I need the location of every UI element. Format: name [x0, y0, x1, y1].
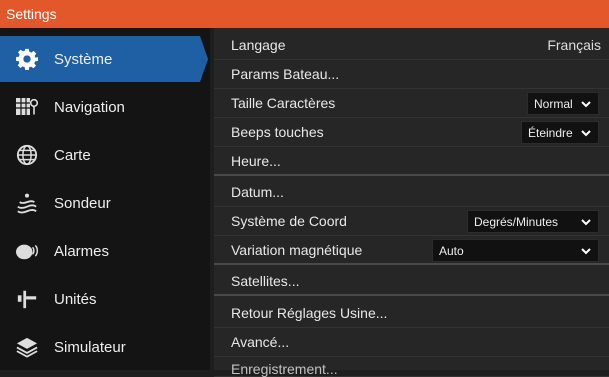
setting-label: Langage: [231, 37, 286, 53]
chevron-down-icon: [578, 244, 594, 258]
setting-systeme-coord[interactable]: Système de Coord Degrés/Minutes: [214, 207, 609, 236]
globe-icon: [14, 142, 40, 168]
sidebar-item-label: Système: [54, 50, 113, 68]
sidebar-item-navigation[interactable]: Navigation: [0, 84, 210, 130]
sidebar-item-label: Carte: [54, 146, 91, 164]
alarm-icon: [14, 238, 40, 264]
setting-enregistrement[interactable]: Enregistrement...: [214, 357, 609, 377]
systeme-coord-dropdown[interactable]: Degrés/Minutes: [467, 210, 599, 233]
setting-params-bateau[interactable]: Params Bateau...: [214, 60, 609, 89]
setting-label: Retour Réglages Usine...: [231, 305, 388, 321]
sidebar-item-label: Navigation: [54, 98, 125, 116]
sidebar-item-label: Alarmes: [54, 242, 110, 260]
gear-icon: [14, 46, 40, 72]
setting-langage[interactable]: Langage Français: [214, 31, 609, 60]
setting-label: Heure...: [231, 152, 281, 169]
layers-icon: [14, 334, 40, 360]
waypoint-grid-icon: [14, 94, 40, 120]
taille-caracteres-dropdown[interactable]: Normal: [527, 92, 599, 115]
setting-heure[interactable]: Heure...: [214, 147, 609, 176]
sidebar-item-systeme[interactable]: Système: [0, 36, 208, 82]
setting-satellites[interactable]: Satellites...: [214, 267, 609, 296]
setting-beeps-touches[interactable]: Beeps touches Éteindre: [214, 118, 609, 147]
sidebar-item-label: Unités: [54, 290, 97, 308]
setting-variation-magnetique[interactable]: Variation magnétique Auto: [214, 236, 609, 265]
settings-sidebar: Système Navigation Carte Sondeur Alarmes…: [0, 28, 210, 370]
variation-magnetique-dropdown[interactable]: Auto: [432, 239, 599, 262]
beeps-touches-dropdown[interactable]: Éteindre: [521, 121, 599, 144]
setting-avance[interactable]: Avancé...: [214, 328, 609, 357]
window-title: Settings: [0, 0, 609, 28]
sonar-icon: [14, 190, 40, 216]
sidebar-item-label: Simulateur: [54, 338, 126, 356]
dropdown-value: Éteindre: [528, 125, 573, 140]
sidebar-item-label: Sondeur: [54, 194, 111, 212]
dropdown-value: Normal: [534, 96, 573, 111]
setting-label: Params Bateau...: [231, 66, 340, 82]
chevron-down-icon: [578, 126, 594, 140]
setting-label: Datum...: [231, 184, 284, 200]
ruler-icon: [14, 286, 40, 312]
sidebar-item-alarmes[interactable]: Alarmes: [0, 228, 210, 274]
dropdown-value: Auto: [439, 243, 464, 258]
setting-retour-reglages-usine[interactable]: Retour Réglages Usine...: [214, 299, 609, 328]
settings-list: Langage Français Params Bateau... Taille…: [214, 28, 609, 377]
dropdown-value: Degrés/Minutes: [474, 214, 559, 229]
chevron-down-icon: [578, 215, 594, 229]
sidebar-item-simulateur[interactable]: Simulateur: [0, 324, 210, 370]
sidebar-item-sondeur[interactable]: Sondeur: [0, 180, 210, 226]
setting-taille-caracteres[interactable]: Taille Caractères Normal: [214, 89, 609, 118]
sidebar-item-unites[interactable]: Unités: [0, 276, 210, 322]
sidebar-item-carte[interactable]: Carte: [0, 132, 210, 178]
chevron-down-icon: [578, 97, 594, 111]
setting-datum[interactable]: Datum...: [214, 178, 609, 207]
setting-value: Français: [547, 37, 601, 53]
setting-label: Avancé...: [231, 334, 290, 350]
setting-label: Enregistrement...: [231, 361, 338, 377]
setting-label: Satellites...: [231, 272, 300, 289]
